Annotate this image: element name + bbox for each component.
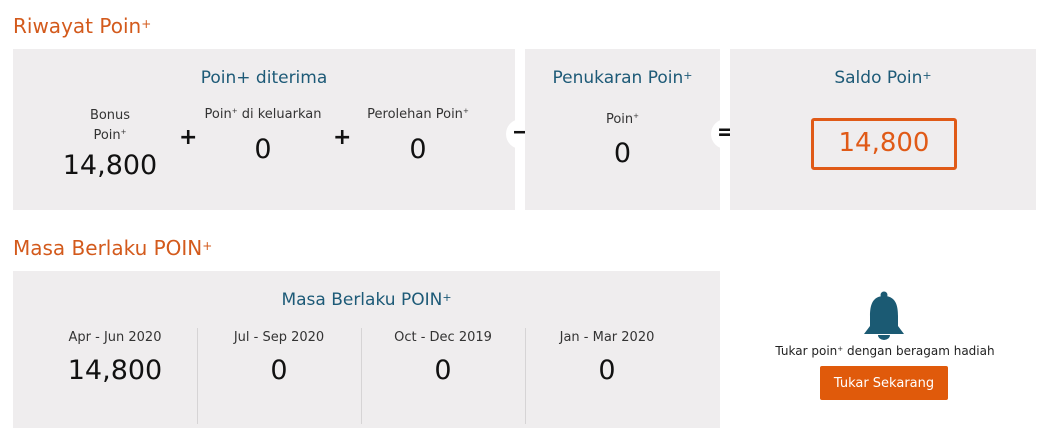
balance-value: 14,800 bbox=[811, 118, 957, 170]
redemption-heading: Penukaran Poin+ bbox=[525, 68, 720, 88]
issued-value: 0 bbox=[254, 134, 272, 165]
earned-label-sup: + bbox=[462, 107, 469, 115]
earned-label-text: Perolehan Poin bbox=[367, 107, 463, 122]
expiry-period-value: 14,800 bbox=[67, 355, 163, 386]
promo-text-after: dengan beragam hadiah bbox=[843, 344, 995, 358]
expiry-period-label: Jan - Mar 2020 bbox=[559, 330, 655, 345]
bonus-label-sup: + bbox=[120, 128, 127, 136]
redemption-value: 0 bbox=[613, 138, 632, 169]
balance-heading-sup: + bbox=[922, 69, 932, 82]
riwayat-title-text: Riwayat Poin bbox=[13, 14, 142, 38]
received-heading: Poin+ diterima bbox=[200, 68, 328, 88]
masa-berlaku-section-title: Masa Berlaku POIN+ bbox=[13, 236, 212, 260]
issued-label: Poin+ di keluarkan bbox=[193, 107, 333, 122]
redeem-now-button[interactable]: Tukar Sekarang bbox=[820, 366, 948, 400]
expiry-period-label: Jul - Sep 2020 bbox=[233, 330, 325, 345]
plus-operator-1: + bbox=[179, 125, 198, 150]
expiry-period-label: Apr - Jun 2020 bbox=[68, 330, 162, 345]
masa-berlaku-title-text: Masa Berlaku POIN bbox=[13, 236, 203, 260]
plus-operator-2: + bbox=[333, 125, 352, 150]
issued-label-poin: Poin bbox=[204, 107, 232, 122]
redemption-heading-sup: + bbox=[683, 69, 693, 82]
riwayat-title-sup: + bbox=[141, 17, 152, 31]
bonus-label-line2: Poin+ bbox=[75, 124, 145, 144]
bonus-label-poin: Poin bbox=[93, 128, 121, 143]
bonus-label: Bonus Poin+ bbox=[75, 107, 145, 144]
riwayat-section-title: Riwayat Poin+ bbox=[13, 14, 151, 38]
earned-value: 0 bbox=[409, 134, 427, 165]
redemption-label-sup: + bbox=[633, 112, 640, 120]
expiry-heading: Masa Berlaku POIN+ bbox=[13, 290, 720, 310]
balance-panel: Saldo Poin+ 14,800 bbox=[730, 49, 1036, 210]
issued-label-rest: di keluarkan bbox=[237, 107, 322, 122]
promo-text-before: Tukar poin bbox=[775, 344, 838, 358]
bonus-value: 14,800 bbox=[62, 150, 158, 181]
promo-text: Tukar poin+ dengan beragam hadiah bbox=[740, 344, 1030, 358]
redemption-label-poin: Poin bbox=[605, 112, 634, 127]
expiry-period-value: 0 bbox=[270, 355, 288, 386]
balance-heading-text: Saldo Poin bbox=[834, 68, 923, 88]
expiry-heading-text: Masa Berlaku POIN bbox=[281, 290, 443, 310]
redemption-heading-text: Penukaran Poin bbox=[552, 68, 684, 88]
bonus-label-line1: Bonus bbox=[89, 108, 131, 123]
masa-berlaku-title-sup: + bbox=[202, 239, 213, 253]
received-panel: Poin+ diterima Bonus Poin+ 14,800 + Poin… bbox=[13, 49, 515, 210]
expiry-period-value: 0 bbox=[434, 355, 452, 386]
expiry-heading-sup: + bbox=[442, 291, 452, 304]
balance-heading: Saldo Poin+ bbox=[730, 68, 1036, 88]
expiry-period-value: 0 bbox=[598, 355, 616, 386]
expiry-period-label: Oct - Dec 2019 bbox=[394, 330, 492, 345]
bell-icon bbox=[858, 290, 910, 342]
redemption-label: Poin+ bbox=[525, 112, 720, 127]
expiry-panel: Masa Berlaku POIN+ Apr - Jun 2020 14,800… bbox=[13, 271, 720, 428]
redemption-panel: Penukaran Poin+ Poin+ 0 bbox=[525, 49, 720, 210]
earned-label: Perolehan Poin+ bbox=[353, 107, 483, 122]
